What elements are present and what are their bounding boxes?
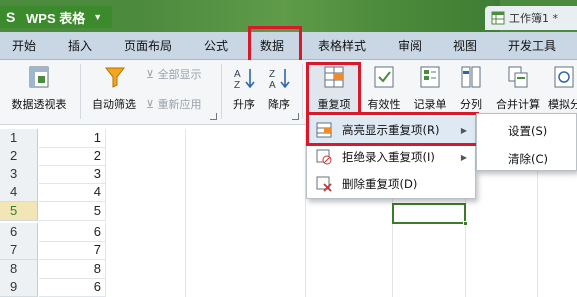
highlight-duplicates-submenu: 设置(S) 清除(C): [476, 113, 577, 171]
tab-developer[interactable]: 开发工具: [508, 32, 556, 60]
sort-ascending-icon: A Z: [234, 69, 255, 90]
split-column-label: 分列: [460, 98, 482, 111]
sort-descending-button[interactable]: Z A 降序: [263, 64, 295, 119]
cell-a1[interactable]: 1: [39, 129, 106, 148]
row-header[interactable]: 9: [0, 278, 38, 297]
show-all-label: 全部显示: [157, 68, 202, 81]
document-tab-title: 工作簿1 *: [509, 12, 558, 25]
app-menu-button[interactable]: S WPS 表格 ▼: [0, 6, 112, 28]
tab-view[interactable]: 视图: [453, 32, 477, 60]
tab-formulas[interactable]: 公式: [204, 32, 228, 60]
document-tab[interactable]: 工作簿1 *: [485, 6, 577, 30]
split-column-icon: [461, 66, 481, 88]
row-header[interactable]: 3: [0, 165, 38, 184]
title-bar-decoration: [140, 0, 500, 32]
column-c[interactable]: [186, 129, 306, 297]
funnel-icon: [104, 67, 126, 88]
svg-text:Z: Z: [269, 69, 275, 80]
row-header[interactable]: 4: [0, 183, 38, 202]
sort-descending-label: 降序: [268, 98, 290, 111]
cell-a4[interactable]: 4: [39, 183, 106, 202]
chevron-down-icon: ▼: [93, 12, 103, 22]
validity-icon: [374, 66, 394, 88]
simulate-analysis-label: 模拟分: [548, 98, 577, 111]
pivot-table-icon: [29, 66, 49, 88]
menu-item-delete-duplicates[interactable]: 删除重复项(D): [307, 171, 475, 197]
cell-a8[interactable]: 8: [39, 260, 106, 279]
menu-item-label: 拒绝录入重复项(I): [342, 150, 435, 164]
auto-filter-button[interactable]: 自动筛选: [88, 64, 140, 119]
ribbon-separator: [221, 64, 222, 119]
pivot-table-button[interactable]: 数据透视表: [4, 64, 74, 119]
cell-a3[interactable]: 3: [39, 165, 106, 184]
tab-table-styles[interactable]: 表格样式: [318, 32, 366, 60]
fill-handle[interactable]: [463, 221, 468, 226]
column-b[interactable]: [106, 129, 186, 297]
ribbon-separator: [80, 64, 81, 119]
row-header[interactable]: 2: [0, 147, 38, 166]
active-cell-selection[interactable]: [392, 203, 468, 226]
app-menu-label: WPS 表格: [26, 10, 86, 26]
record-form-button[interactable]: 记录单: [410, 64, 450, 119]
ribbon-separator: [302, 64, 303, 119]
pivot-table-label: 数据透视表: [11, 98, 67, 111]
tab-review[interactable]: 审阅: [398, 32, 422, 60]
duplicates-highlight-box: [306, 62, 361, 116]
auto-filter-label: 自动筛选: [92, 98, 136, 111]
reject-duplicates-icon: [316, 149, 332, 165]
validity-label: 有效性: [367, 98, 401, 111]
cell-a5[interactable]: 5: [39, 202, 106, 221]
svg-text:Z: Z: [234, 80, 240, 90]
record-form-label: 记录单: [413, 98, 447, 111]
funnel-clear-icon: ⊻: [146, 68, 155, 81]
split-column-button[interactable]: 分列: [454, 64, 488, 119]
validity-button[interactable]: 有效性: [364, 64, 404, 119]
cell-a6[interactable]: 6: [39, 223, 106, 242]
row-header-selected[interactable]: 5: [0, 202, 38, 221]
cell-a7[interactable]: 7: [39, 241, 106, 260]
svg-text:A: A: [269, 80, 276, 90]
tab-page-layout[interactable]: 页面布局: [124, 32, 172, 60]
funnel-refresh-icon: ⊻: [146, 98, 155, 111]
sort-descending-icon: Z A: [269, 69, 290, 90]
row-header[interactable]: 7: [0, 241, 38, 260]
row-header[interactable]: 6: [0, 223, 38, 242]
consolidate-icon: [508, 66, 528, 88]
svg-text:A: A: [234, 69, 241, 80]
menu-item-label: 删除重复项(D): [342, 177, 418, 191]
tab-insert[interactable]: 插入: [68, 32, 92, 60]
show-all-button[interactable]: ⊻ 全部显示: [146, 66, 202, 82]
tab-home[interactable]: 开始: [12, 32, 36, 60]
sort-ascending-label: 升序: [233, 98, 255, 111]
reapply-label: 重新应用: [157, 98, 202, 111]
wps-logo-icon: S: [6, 9, 16, 25]
consolidate-label: 合并计算: [496, 98, 540, 111]
consolidate-button[interactable]: 合并计算: [492, 64, 544, 119]
simulate-analysis-icon: [554, 66, 574, 88]
highlight-duplicates-highlight-box: [306, 112, 479, 146]
cell-a2[interactable]: 2: [39, 147, 106, 166]
sort-group-launcher[interactable]: [292, 113, 299, 120]
delete-duplicates-icon: [316, 176, 332, 192]
submenu-arrow-icon: ▶: [460, 152, 467, 162]
menu-item-reject-duplicates[interactable]: 拒绝录入重复项(I) ▶: [307, 144, 475, 170]
record-form-icon: [420, 66, 440, 88]
filter-group-launcher[interactable]: [210, 113, 217, 120]
cell-a9[interactable]: 6: [39, 278, 106, 297]
submenu-item-settings[interactable]: 设置(S): [508, 123, 547, 139]
row-header[interactable]: 1: [0, 129, 38, 148]
spreadsheet-doc-icon: [491, 11, 505, 25]
reapply-button[interactable]: ⊻ 重新应用: [146, 96, 202, 112]
simulate-analysis-button[interactable]: 模拟分: [548, 64, 577, 119]
row-header[interactable]: 8: [0, 260, 38, 279]
submenu-item-clear[interactable]: 清除(C): [508, 151, 548, 167]
sort-ascending-button[interactable]: A Z 升序: [228, 64, 260, 119]
